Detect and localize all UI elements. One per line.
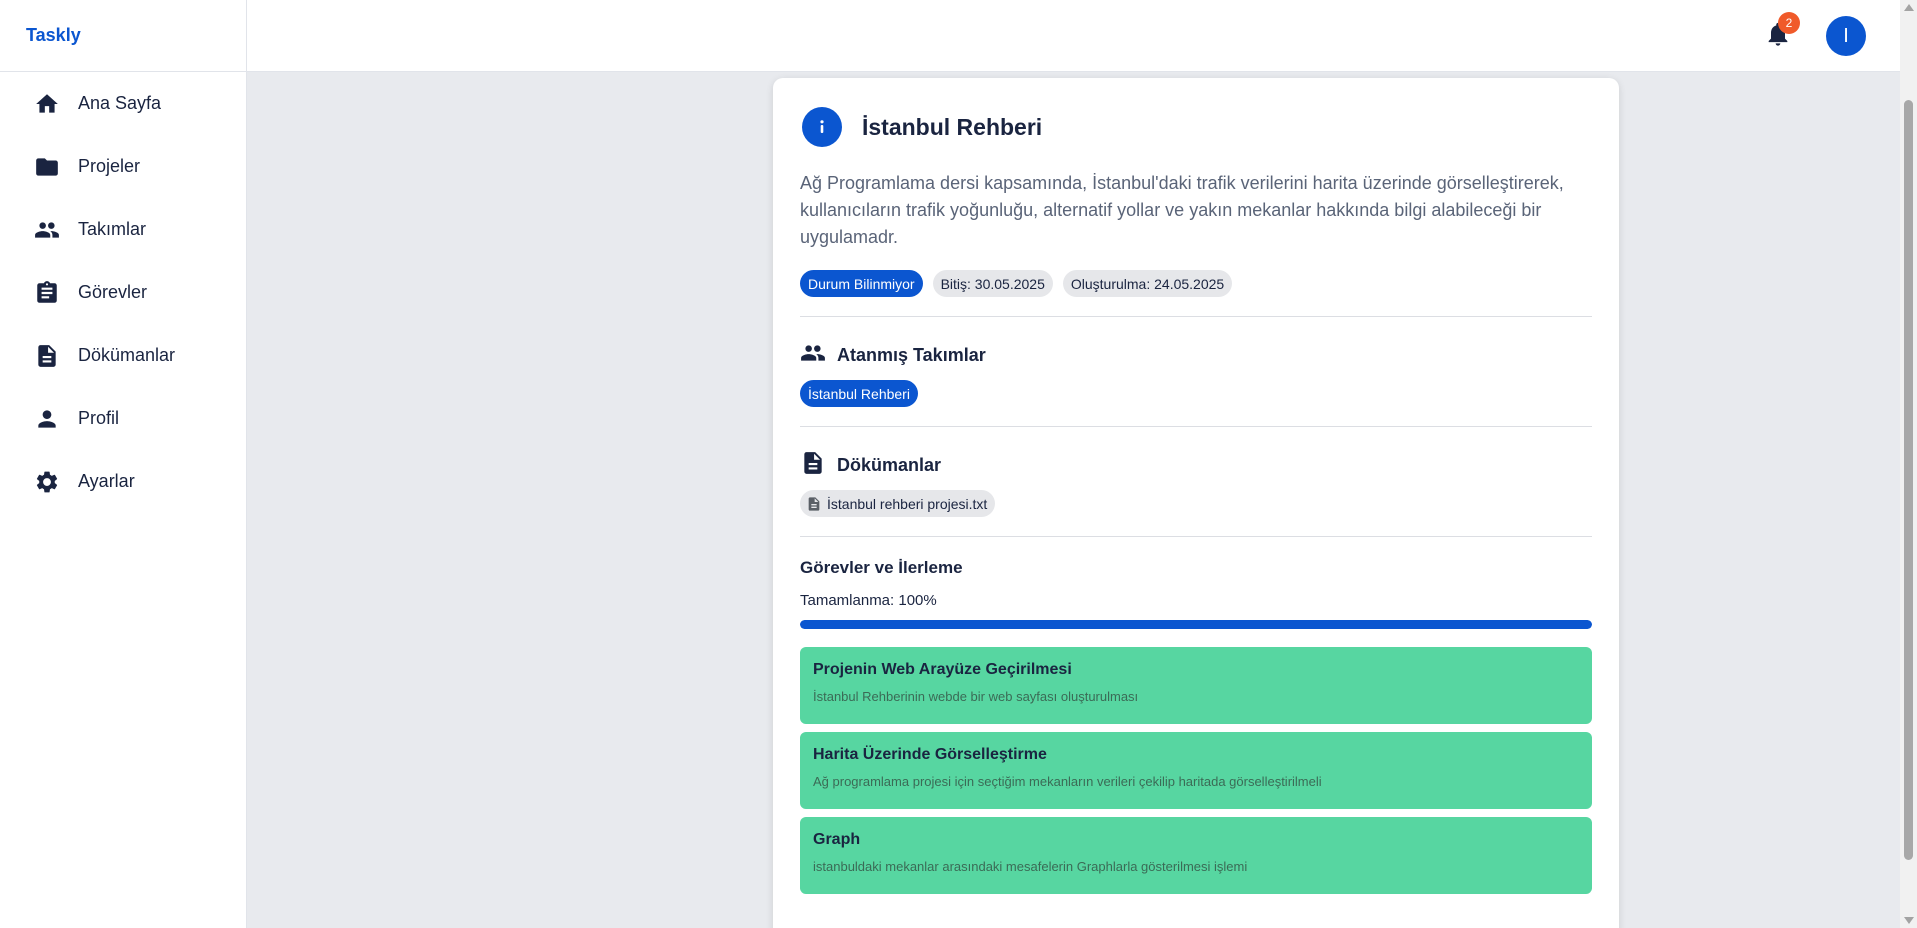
gear-icon xyxy=(34,469,60,495)
task-title: Harita Üzerinde Görselleştirme xyxy=(813,746,1047,763)
progress-section-title: Görevler ve İlerleme xyxy=(800,558,963,577)
document-icon xyxy=(804,452,822,474)
progress-label: Tamamlanma: 100% xyxy=(800,592,937,609)
divider xyxy=(800,536,1592,537)
project-meta-chips: Durum Bilinmiyor Bitiş: 30.05.2025 Oluşt… xyxy=(800,270,1592,297)
sidebar-item-ayarlar[interactable]: Ayarlar xyxy=(0,450,246,513)
sidebar-item-label: Takımlar xyxy=(78,219,147,239)
sidebar-item-label: Görevler xyxy=(78,282,148,302)
notification-badge: 2 xyxy=(1778,12,1800,34)
sidebar-item-profil[interactable]: Profil xyxy=(0,387,246,450)
folder-icon xyxy=(34,154,60,180)
document-name: İstanbul rehberi projesi.txt xyxy=(827,495,988,512)
sidebar-item-label: Profil xyxy=(78,408,120,428)
status-badge: Durum Bilinmiyor xyxy=(800,270,923,297)
sidebar-item-gorevler[interactable]: Görevler xyxy=(0,261,246,324)
task-card[interactable]: Harita Üzerinde Görselleştirme Ağ progra… xyxy=(800,732,1592,809)
page-title: İstanbul Rehberi xyxy=(862,113,1043,140)
sidebar-item-ana-sayfa[interactable]: Ana Sayfa xyxy=(0,72,246,135)
scroll-up-arrow-icon[interactable] xyxy=(1904,4,1914,11)
sidebar-item-label: Ayarlar xyxy=(78,471,135,491)
project-description: Ağ Programlama dersi kapsamında, İstanbu… xyxy=(800,173,1564,247)
teams-section-header: Atanmış Takımlar xyxy=(800,338,1592,366)
divider xyxy=(800,316,1592,317)
file-icon xyxy=(808,496,820,511)
progress-bar-fill xyxy=(800,620,1592,629)
task-title: Graph xyxy=(813,831,861,848)
documents-section-header: Dökümanlar xyxy=(800,448,1592,476)
documents-section-title: Dökümanlar xyxy=(837,455,942,475)
clipboard-icon xyxy=(34,280,60,306)
sidebar-item-label: Projeler xyxy=(78,156,141,176)
sidebar-item-projeler[interactable]: Projeler xyxy=(0,135,246,198)
due-date-chip: Bitiş: 30.05.2025 xyxy=(932,270,1053,297)
sidebar-item-label: Dökümanlar xyxy=(78,345,176,365)
people-icon xyxy=(34,217,60,243)
person-icon xyxy=(34,406,60,432)
info-icon xyxy=(802,107,842,147)
sidebar-item-takimlar[interactable]: Takımlar xyxy=(0,198,246,261)
avatar[interactable]: I xyxy=(1826,16,1866,56)
top-bar: 2 I xyxy=(247,0,1900,72)
task-card[interactable]: Projenin Web Arayüze Geçirilmesi İstanbu… xyxy=(800,647,1592,724)
divider xyxy=(800,426,1592,427)
team-chip[interactable]: İstanbul Rehberi xyxy=(800,380,918,407)
task-description: İstanbul Rehberinin webde bir web sayfas… xyxy=(813,689,1139,704)
document-chip[interactable]: İstanbul rehberi projesi.txt xyxy=(800,490,996,517)
sidebar-item-dokumanlar[interactable]: Dökümanlar xyxy=(0,324,246,387)
created-date-chip: Oluşturulma: 24.05.2025 xyxy=(1062,270,1233,297)
scrollbar[interactable] xyxy=(1900,0,1917,928)
document-icon xyxy=(34,343,60,369)
teams-section-title: Atanmış Takımlar xyxy=(837,345,986,365)
people-icon xyxy=(801,345,825,361)
progress-bar xyxy=(800,620,1592,629)
task-list: Projenin Web Arayüze Geçirilmesi İstanbu… xyxy=(800,647,1592,894)
task-title: Projenin Web Arayüze Geçirilmesi xyxy=(813,661,1072,678)
brand-logo[interactable]: Taskly xyxy=(0,0,246,72)
home-icon xyxy=(34,91,60,117)
sidebar: Taskly Ana Sayfa Projeler Takımlar Görev… xyxy=(0,0,247,928)
task-description: Ağ programlama projesi için seçtiğim mek… xyxy=(813,774,1322,789)
project-header: İstanbul Rehberi xyxy=(800,104,1592,150)
task-description: istanbuldaki mekanlar arasındaki mesafel… xyxy=(813,859,1248,874)
task-card[interactable]: Graph istanbuldaki mekanlar arasındaki m… xyxy=(800,817,1592,894)
scroll-down-arrow-icon[interactable] xyxy=(1904,917,1914,924)
sidebar-item-label: Ana Sayfa xyxy=(78,93,162,113)
sidebar-nav: Ana Sayfa Projeler Takımlar Görevler Dök… xyxy=(0,72,246,513)
project-detail-card: İstanbul Rehberi Ağ Programlama dersi ka… xyxy=(773,78,1619,928)
scroll-thumb[interactable] xyxy=(1904,100,1913,860)
